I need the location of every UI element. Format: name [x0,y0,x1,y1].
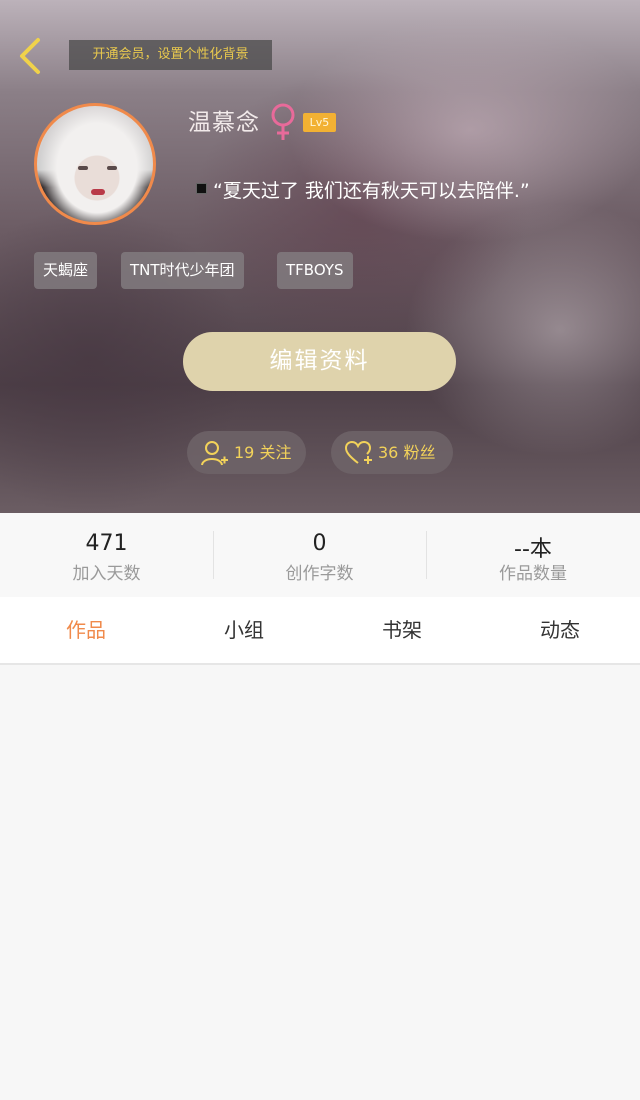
fans-text: 36 粉丝 [378,443,436,462]
avatar-lips [91,189,105,195]
tag-chip[interactable]: TNT时代少年团 [121,252,244,289]
signature-bullet-icon [196,183,207,194]
add-user-icon [201,441,228,466]
avatar-eye [107,166,117,170]
profile-header-background: 开通会员，设置个性化背景 温慕念 Lv5 “夏天过了 我们还有秋天可以去陪伴.”… [0,0,640,513]
chevron-left-icon [20,38,40,74]
stat-label: 作品数量 [499,564,567,584]
signature: “夏天过了 我们还有秋天可以去陪伴.” [196,176,530,203]
stat-label: 创作字数 [285,564,354,584]
stats-bar: 471 加入天数 0 创作字数 --本 作品数量 [0,513,640,597]
stat-value: 471 [85,531,128,556]
tag-chip[interactable]: TFBOYS [277,252,353,289]
back-button[interactable] [14,36,50,76]
vip-background-banner[interactable]: 开通会员，设置个性化背景 [69,40,272,70]
heart-plus-icon [345,440,372,464]
stat-works-count: --本 作品数量 [426,513,640,597]
female-gender-icon [271,103,295,140]
username: 温慕念 [188,110,260,136]
avatar[interactable] [34,103,156,225]
profile-tabs: 作品 小组 书架 动态 [0,597,640,665]
following-button[interactable]: 19 关注 [187,431,306,474]
tab-bookshelf[interactable]: 书架 [322,597,482,663]
stat-word-count: 0 创作字数 [213,513,426,597]
stat-label: 加入天数 [72,564,141,584]
avatar-eye [78,166,88,170]
tab-groups[interactable]: 小组 [164,597,324,663]
tab-activity[interactable]: 动态 [480,597,640,663]
following-text: 19 关注 [234,443,292,462]
signature-text: “夏天过了 我们还有秋天可以去陪伴.” [213,180,530,202]
edit-profile-button[interactable]: 编辑资料 [183,332,456,391]
tab-works[interactable]: 作品 [6,597,166,663]
stat-join-days: 471 加入天数 [0,513,213,597]
tab-content-area [0,665,640,1100]
level-badge: Lv5 [303,113,336,132]
stat-value: 0 [312,531,327,556]
fans-button[interactable]: 36 粉丝 [331,431,453,474]
tag-chip[interactable]: 天蝎座 [34,252,98,289]
